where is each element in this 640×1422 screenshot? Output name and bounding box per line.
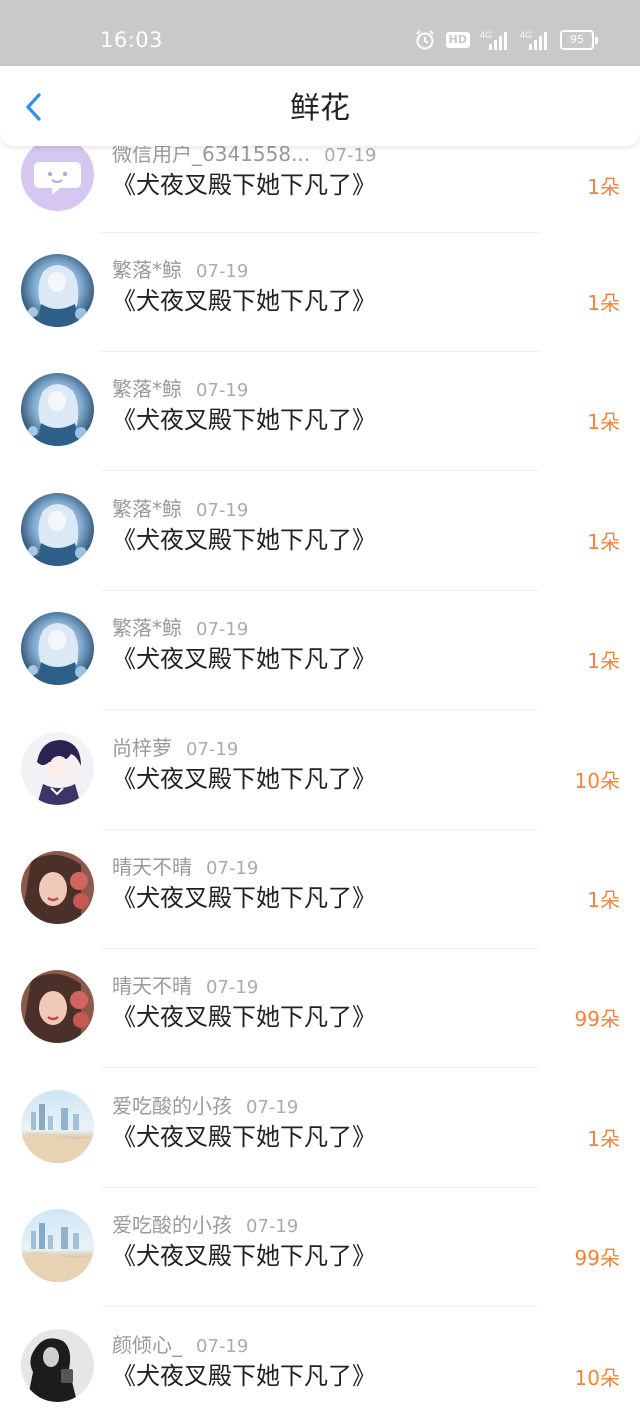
- status-time: 16:03: [100, 28, 164, 52]
- book-title: 《犬夜叉殿下她下凡了》: [112, 645, 376, 673]
- nav-bar: 鲜花: [0, 66, 640, 146]
- flower-count: 1朵: [587, 530, 620, 554]
- hd-voice-icon: HD: [445, 32, 470, 48]
- date: 07-19: [246, 1097, 299, 1118]
- list-item[interactable]: 爱吃酸的小孩 07-19 《犬夜叉殿下她下凡了》 99朵: [0, 1209, 640, 1328]
- book-title: 《犬夜叉殿下她下凡了》: [112, 1362, 376, 1390]
- user-name: 晴天不晴: [112, 974, 192, 998]
- svg-text:4G: 4G: [520, 30, 532, 40]
- date: 07-19: [196, 500, 249, 521]
- flower-count: 1朵: [587, 291, 620, 315]
- date: 07-19: [186, 739, 239, 760]
- city-skyline-avatar: [21, 1090, 94, 1163]
- flower-count: 1朵: [587, 410, 620, 434]
- flower-count: 1朵: [587, 1127, 620, 1151]
- divider: [100, 232, 540, 233]
- battery-level: 95: [560, 30, 594, 50]
- book-title: 《犬夜叉殿下她下凡了》: [112, 406, 376, 434]
- 4g-signal-icon: 4G: [480, 30, 507, 50]
- 4g-signal-icon: 4G: [520, 30, 547, 50]
- alarm-icon: [415, 30, 434, 50]
- divider: [100, 829, 540, 830]
- date: 07-19: [196, 380, 249, 401]
- list-item[interactable]: 繁落*鲸 07-19 《犬夜叉殿下她下凡了》 1朵: [0, 493, 640, 612]
- date: 07-19: [196, 619, 249, 640]
- list-item[interactable]: 尚梓萝 07-19 《犬夜叉殿下她下凡了》 10朵: [0, 732, 640, 851]
- divider: [100, 709, 540, 710]
- flower-count: 1朵: [587, 888, 620, 912]
- date: 07-19: [196, 1336, 249, 1357]
- list-item[interactable]: 颜倾心_ 07-19 《犬夜叉殿下她下凡了》 10朵: [0, 1329, 640, 1422]
- flower-count: 1朵: [587, 175, 620, 199]
- flower-count: 10朵: [574, 1366, 620, 1390]
- list-item[interactable]: 晴天不晴 07-19 《犬夜叉殿下她下凡了》 99朵: [0, 970, 640, 1089]
- divider: [100, 351, 540, 352]
- date: 07-19: [246, 1216, 299, 1237]
- svg-text:4G: 4G: [480, 30, 492, 40]
- user-name: 繁落*鲸: [112, 377, 182, 401]
- anime-girl-blue-avatar: [21, 612, 94, 685]
- anime-girl-blue-avatar: [21, 493, 94, 566]
- user-name: 爱吃酸的小孩: [112, 1094, 232, 1118]
- divider: [100, 590, 540, 591]
- date: 07-19: [206, 858, 259, 879]
- divider: [100, 948, 540, 949]
- city-skyline-avatar: [21, 1209, 94, 1282]
- list-item[interactable]: 晴天不晴 07-19 《犬夜叉殿下她下凡了》 1朵: [0, 851, 640, 970]
- divider: [100, 470, 540, 471]
- date: 07-19: [196, 261, 249, 282]
- divider: [100, 1306, 540, 1307]
- book-title: 《犬夜叉殿下她下凡了》: [112, 1123, 376, 1151]
- anime-girl-blue-avatar: [21, 254, 94, 327]
- status-icons: HD 4G 4G 95: [414, 28, 598, 52]
- book-title: 《犬夜叉殿下她下凡了》: [112, 526, 376, 554]
- user-name: 繁落*鲸: [112, 258, 182, 282]
- page-title: 鲜花: [290, 91, 350, 126]
- user-name: 颜倾心_: [112, 1333, 182, 1357]
- battery-icon: 95: [560, 30, 598, 50]
- date: 07-19: [324, 146, 377, 166]
- wechat-default-avatar: [21, 146, 94, 211]
- user-name: 微信用户_6341558...: [112, 146, 311, 166]
- flower-count: 10朵: [574, 769, 620, 793]
- girl-with-roses-avatar: [21, 970, 94, 1043]
- list-item[interactable]: 繁落*鲸 07-19 《犬夜叉殿下她下凡了》 1朵: [0, 612, 640, 731]
- list-item[interactable]: 微信用户_6341558... 07-19 《犬夜叉殿下她下凡了》 1朵: [0, 146, 640, 257]
- list-item[interactable]: 繁落*鲸 07-19 《犬夜叉殿下她下凡了》 1朵: [0, 254, 640, 373]
- date: 07-19: [206, 977, 259, 998]
- user-name: 爱吃酸的小孩: [112, 1213, 232, 1237]
- user-name: 尚梓萝: [112, 736, 172, 760]
- book-title: 《犬夜叉殿下她下凡了》: [112, 1003, 376, 1031]
- monochrome-person-avatar: [21, 1329, 94, 1402]
- divider: [100, 1187, 540, 1188]
- anime-girl-blue-avatar: [21, 373, 94, 446]
- flower-count: 99朵: [574, 1007, 620, 1031]
- flower-count: 1朵: [587, 649, 620, 673]
- anime-boy-purple-avatar: [21, 732, 94, 805]
- user-name: 繁落*鲸: [112, 497, 182, 521]
- user-name: 晴天不晴: [112, 855, 192, 879]
- book-title: 《犬夜叉殿下她下凡了》: [112, 884, 376, 912]
- girl-with-roses-avatar: [21, 851, 94, 924]
- user-name: 繁落*鲸: [112, 616, 182, 640]
- book-title: 《犬夜叉殿下她下凡了》: [112, 1242, 376, 1270]
- list-item[interactable]: 繁落*鲸 07-19 《犬夜叉殿下她下凡了》 1朵: [0, 373, 640, 492]
- book-title: 《犬夜叉殿下她下凡了》: [112, 287, 376, 315]
- list-item[interactable]: 爱吃酸的小孩 07-19 《犬夜叉殿下她下凡了》 1朵: [0, 1090, 640, 1209]
- divider: [100, 1067, 540, 1068]
- flower-count: 99朵: [574, 1246, 620, 1270]
- book-title: 《犬夜叉殿下她下凡了》: [112, 171, 376, 199]
- book-title: 《犬夜叉殿下她下凡了》: [112, 765, 376, 793]
- status-bar: 16:03 HD 4G 4G 95: [0, 0, 640, 66]
- flower-record-list: 微信用户_6341558... 07-19 《犬夜叉殿下她下凡了》 1朵 繁落*鲸…: [0, 146, 640, 1422]
